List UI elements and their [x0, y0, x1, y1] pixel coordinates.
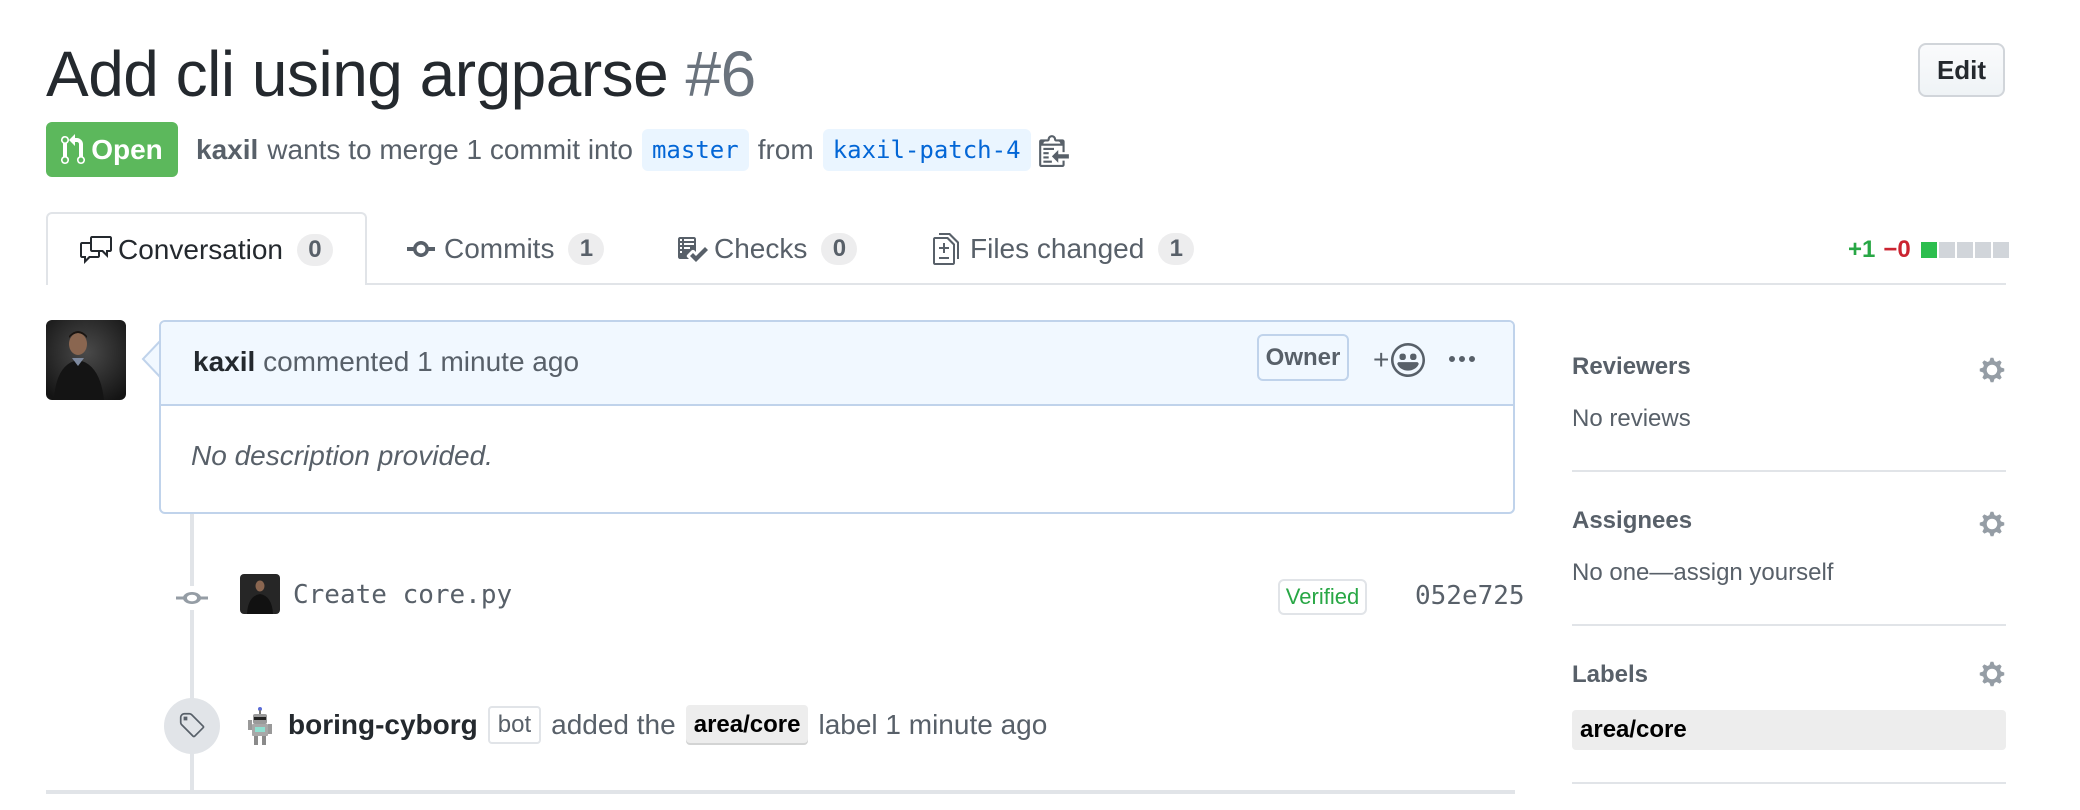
tab-commits[interactable]: Commits 1	[406, 212, 605, 285]
pr-number: #6	[685, 38, 757, 110]
tab-label: Conversation	[118, 233, 283, 265]
tab-counter: 0	[296, 233, 333, 266]
comment-meta: kaxil commented 1 minute ago	[193, 342, 579, 382]
deletions-count: −0	[1883, 236, 1911, 263]
gear-icon[interactable]	[1978, 356, 2006, 384]
kebab-horizontal-icon	[1449, 356, 1475, 362]
assignees-value[interactable]: No one—assign yourself	[1572, 559, 1833, 587]
file-diff-icon	[932, 232, 964, 265]
tab-files-changed[interactable]: Files changed 1	[932, 212, 1195, 285]
tab-counter: 0	[821, 232, 858, 265]
sidebar-divider	[1572, 624, 2006, 626]
label-event: boring-cyborg bot added the area/core la…	[288, 704, 1047, 746]
label-area-core[interactable]: area/core	[685, 705, 809, 745]
state-badge: Open	[46, 122, 178, 177]
event-text: added the	[551, 709, 676, 740]
commit-sha-link[interactable]: 052e725	[1415, 581, 1525, 611]
base-branch[interactable]: master	[641, 129, 749, 171]
diffstat: +1 −0	[1848, 236, 2009, 264]
git-commit-icon	[406, 233, 438, 265]
copy-branch-button[interactable]	[1038, 133, 1069, 167]
sidebar-label-area-core[interactable]: area/core	[1572, 710, 2006, 750]
head-branch[interactable]: kaxil-patch-4	[822, 129, 1031, 171]
reviewers-heading[interactable]: Reviewers	[1572, 353, 1691, 381]
tab-checks[interactable]: Checks 0	[676, 212, 858, 285]
tab-conversation[interactable]: Conversation 0	[46, 212, 367, 285]
commit-message-link[interactable]: Create core.py	[293, 580, 512, 610]
diffstat-block	[1974, 242, 1991, 258]
author-avatar[interactable]	[46, 320, 126, 400]
sidebar-divider	[1572, 782, 2006, 784]
event-timestamp[interactable]: label 1 minute ago	[818, 709, 1047, 741]
comment-discussion-icon	[80, 234, 112, 266]
diffstat-block	[1956, 242, 1973, 258]
comment-body: No description provided.	[191, 440, 493, 471]
plus-sign: +	[1373, 344, 1390, 375]
tag-badge	[164, 698, 220, 754]
pr-author-link[interactable]: kaxil	[196, 134, 258, 166]
gear-icon[interactable]	[1978, 510, 2006, 538]
bot-avatar[interactable]	[245, 706, 275, 746]
comment-header: kaxil commented 1 minute ago Owner +	[161, 322, 1513, 406]
tab-counter: 1	[568, 232, 605, 265]
state-label: Open	[91, 133, 163, 165]
tag-icon	[179, 712, 205, 738]
pr-meta: kaxil wants to merge 1 commit into maste…	[196, 128, 1069, 172]
additions-count: +1	[1848, 236, 1876, 263]
comment-author-link[interactable]: kaxil	[193, 346, 255, 377]
tab-counter: 1	[1158, 232, 1195, 265]
more-options-button[interactable]	[1445, 340, 1479, 380]
pr-title-text: Add cli using argparse	[46, 38, 669, 110]
bot-badge: bot	[487, 706, 542, 744]
pr-title: Add cli using argparse #6	[46, 36, 756, 112]
verified-badge[interactable]: Verified	[1278, 579, 1367, 615]
git-commit-icon	[176, 586, 208, 610]
assignees-heading[interactable]: Assignees	[1572, 507, 1692, 535]
gear-icon[interactable]	[1978, 660, 2006, 688]
diffstat-block	[1992, 242, 2009, 258]
tab-label: Commits	[444, 232, 555, 264]
owner-badge: Owner	[1257, 334, 1349, 381]
commit-author-avatar[interactable]	[240, 574, 280, 614]
from-text: from	[757, 134, 814, 165]
add-reaction-button[interactable]: +	[1373, 340, 1429, 380]
checklist-icon	[676, 233, 708, 265]
event-actor-link[interactable]: boring-cyborg	[288, 709, 478, 741]
smiley-icon	[1391, 343, 1426, 377]
comment-box: kaxil commented 1 minute ago Owner + No …	[159, 320, 1515, 514]
clippy-icon	[1038, 135, 1069, 167]
merge-text: wants to merge 1 commit into	[267, 134, 633, 165]
timeline-divider	[46, 790, 1515, 794]
sidebar-divider	[1572, 470, 2006, 472]
labels-heading[interactable]: Labels	[1572, 661, 1648, 689]
git-pull-request-icon	[61, 133, 86, 164]
diffstat-block	[1938, 242, 1955, 258]
comment-timestamp[interactable]: commented 1 minute ago	[263, 346, 579, 377]
tab-label: Checks	[714, 232, 808, 264]
diffstat-block	[1920, 242, 1937, 258]
tab-label: Files changed	[970, 232, 1145, 264]
edit-button[interactable]: Edit	[1918, 43, 2005, 97]
reviewers-value: No reviews	[1572, 405, 1691, 432]
